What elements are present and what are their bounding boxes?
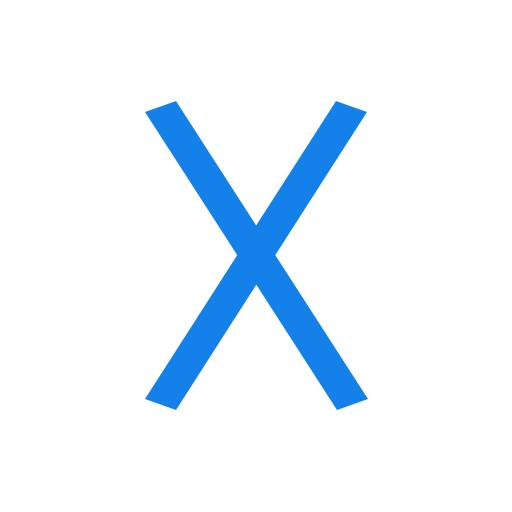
icon-canvas — [0, 0, 512, 512]
close-icon-graphic — [145, 101, 368, 410]
close-icon[interactable] — [0, 0, 512, 512]
